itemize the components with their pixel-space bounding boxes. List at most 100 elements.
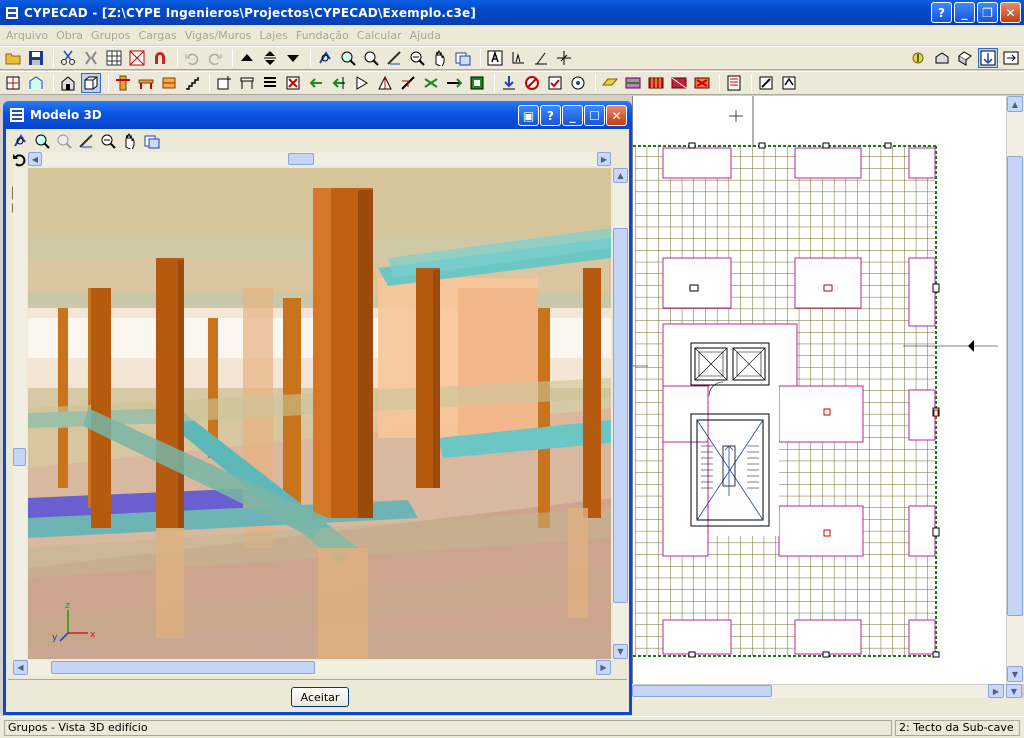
report-icon[interactable] <box>724 73 744 93</box>
results-icon[interactable] <box>779 73 799 93</box>
axes-icon[interactable] <box>554 48 574 68</box>
dialog-scroll-left-button[interactable]: ◀ <box>13 660 28 675</box>
levels-icon[interactable] <box>26 73 46 93</box>
join-icon[interactable] <box>421 73 441 93</box>
open-icon[interactable] <box>3 48 23 68</box>
layers-icon[interactable] <box>909 48 929 68</box>
restore-button[interactable]: ❐ <box>977 2 998 23</box>
accept-button[interactable]: Aceitar <box>291 687 349 707</box>
dialog-scroll-right-button[interactable]: ▶ <box>596 660 611 675</box>
new-element-icon[interactable] <box>214 73 234 93</box>
menu-lajes[interactable]: Lajes <box>255 29 291 42</box>
help-button[interactable]: ? <box>931 2 952 23</box>
magnet-icon[interactable] <box>150 48 170 68</box>
dialog-help-button[interactable]: ? <box>540 105 561 126</box>
pan-icon[interactable] <box>430 48 450 68</box>
menu-vigas-muros[interactable]: Vigas/Muros <box>181 29 256 42</box>
stair-icon[interactable] <box>182 73 202 93</box>
rotate-view-icon[interactable] <box>11 151 27 167</box>
text-icon[interactable] <box>485 48 505 68</box>
menu-ajuda[interactable]: Ajuda <box>406 29 445 42</box>
dialog-scroll-down-button[interactable]: ▼ <box>613 644 628 659</box>
menu-obra[interactable]: Obra <box>52 29 87 42</box>
viewport-3d[interactable]: z x y <box>28 168 611 659</box>
menu-arquivo[interactable]: Arquivo <box>2 29 52 42</box>
dialog-hscroll-thumb[interactable] <box>51 661 315 674</box>
box-icon[interactable] <box>81 73 101 93</box>
dialog-vertical-scrollbar[interactable]: ▲ ▼ <box>613 168 629 659</box>
redo-icon[interactable] <box>205 48 225 68</box>
slab-solid-icon[interactable] <box>646 73 666 93</box>
column-icon[interactable] <box>113 73 133 93</box>
delete-icon[interactable] <box>283 73 303 93</box>
slab-erase-icon[interactable] <box>692 73 712 93</box>
orbit-icon[interactable] <box>10 131 30 151</box>
extend-icon[interactable] <box>444 73 464 93</box>
scroll-thumb[interactable] <box>1007 156 1023 616</box>
import-icon[interactable] <box>1001 48 1021 68</box>
plan-view-canvas[interactable] <box>632 96 1020 684</box>
dialog-vscroll-thumb[interactable] <box>613 228 628 603</box>
top-scroll-left-button[interactable]: ◀ <box>28 152 42 166</box>
redraw-icon[interactable] <box>453 48 473 68</box>
move-icon[interactable] <box>306 73 326 93</box>
load-icon[interactable] <box>499 73 519 93</box>
zoom-3d-icon[interactable] <box>54 131 74 151</box>
dialog-vertical-scrollbar-left[interactable] <box>13 168 27 659</box>
vscroll-down-end-button[interactable]: ▼ <box>1006 684 1022 698</box>
section-icon[interactable] <box>467 73 487 93</box>
plan-icon[interactable] <box>3 73 23 93</box>
dialog-maximize-button[interactable]: ☐ <box>584 105 605 126</box>
calc-icon[interactable] <box>756 73 776 93</box>
info-icon[interactable] <box>568 73 588 93</box>
export-icon[interactable] <box>955 48 975 68</box>
menu-cargas[interactable]: Cargas <box>134 29 180 42</box>
zoom-icon[interactable] <box>361 48 381 68</box>
snap-icon[interactable] <box>531 48 551 68</box>
top-scroll-right-button[interactable]: ▶ <box>597 152 611 166</box>
measure-3d-icon[interactable] <box>76 131 96 151</box>
pan-3d-icon[interactable] <box>120 131 140 151</box>
left-scroll-thumb[interactable] <box>13 448 26 466</box>
check-icon[interactable] <box>545 73 565 93</box>
zoom-window-icon[interactable] <box>338 48 358 68</box>
menu-calcular[interactable]: Calcular <box>353 29 406 42</box>
plan-vertical-scrollbar[interactable]: ▲ ▼ <box>1006 96 1024 684</box>
edit-beam-icon[interactable] <box>237 73 257 93</box>
close-button[interactable]: ✕ <box>1000 2 1021 23</box>
wall-icon[interactable] <box>159 73 179 93</box>
dialog-horizontal-scrollbar-top[interactable]: ◀ ▶ <box>28 152 611 166</box>
slab-icon[interactable] <box>600 73 620 93</box>
config-icon[interactable] <box>978 48 998 68</box>
dialog-info-button[interactable]: ▣ <box>518 105 539 126</box>
cut-icon[interactable] <box>58 48 78 68</box>
tools-icon[interactable] <box>81 48 101 68</box>
slab-ribbed-icon[interactable] <box>669 73 689 93</box>
grid-icon[interactable] <box>104 48 124 68</box>
dialog-minimize-button[interactable]: _ <box>562 105 583 126</box>
hscroll-thumb[interactable] <box>632 685 772 697</box>
zoom-prev-3d-icon[interactable] <box>98 131 118 151</box>
print-icon[interactable] <box>932 48 952 68</box>
menu-grupos[interactable]: Grupos <box>87 29 134 42</box>
zoom-window-3d-icon[interactable] <box>32 131 52 151</box>
beam-icon[interactable] <box>136 73 156 93</box>
view-3d-icon[interactable] <box>315 48 335 68</box>
dimension-icon[interactable] <box>508 48 528 68</box>
rotate-icon[interactable] <box>375 73 395 93</box>
measure-icon[interactable] <box>384 48 404 68</box>
pattern-icon[interactable] <box>127 48 147 68</box>
erase-load-icon[interactable] <box>522 73 542 93</box>
minimize-button[interactable]: _ <box>954 2 975 23</box>
top-scroll-thumb[interactable] <box>288 153 314 165</box>
floor-down-icon[interactable] <box>283 48 303 68</box>
scroll-up-button[interactable]: ▲ <box>1007 96 1023 112</box>
redraw-3d-icon[interactable] <box>142 131 162 151</box>
copy-icon[interactable] <box>329 73 349 93</box>
slab-hollow-icon[interactable] <box>623 73 643 93</box>
hscroll-right-button[interactable]: ▶ <box>988 684 1004 698</box>
undo-icon[interactable] <box>182 48 202 68</box>
building-icon[interactable] <box>58 73 78 93</box>
zoom-previous-icon[interactable] <box>407 48 427 68</box>
menu-fundacao[interactable]: Fundação <box>292 29 353 42</box>
